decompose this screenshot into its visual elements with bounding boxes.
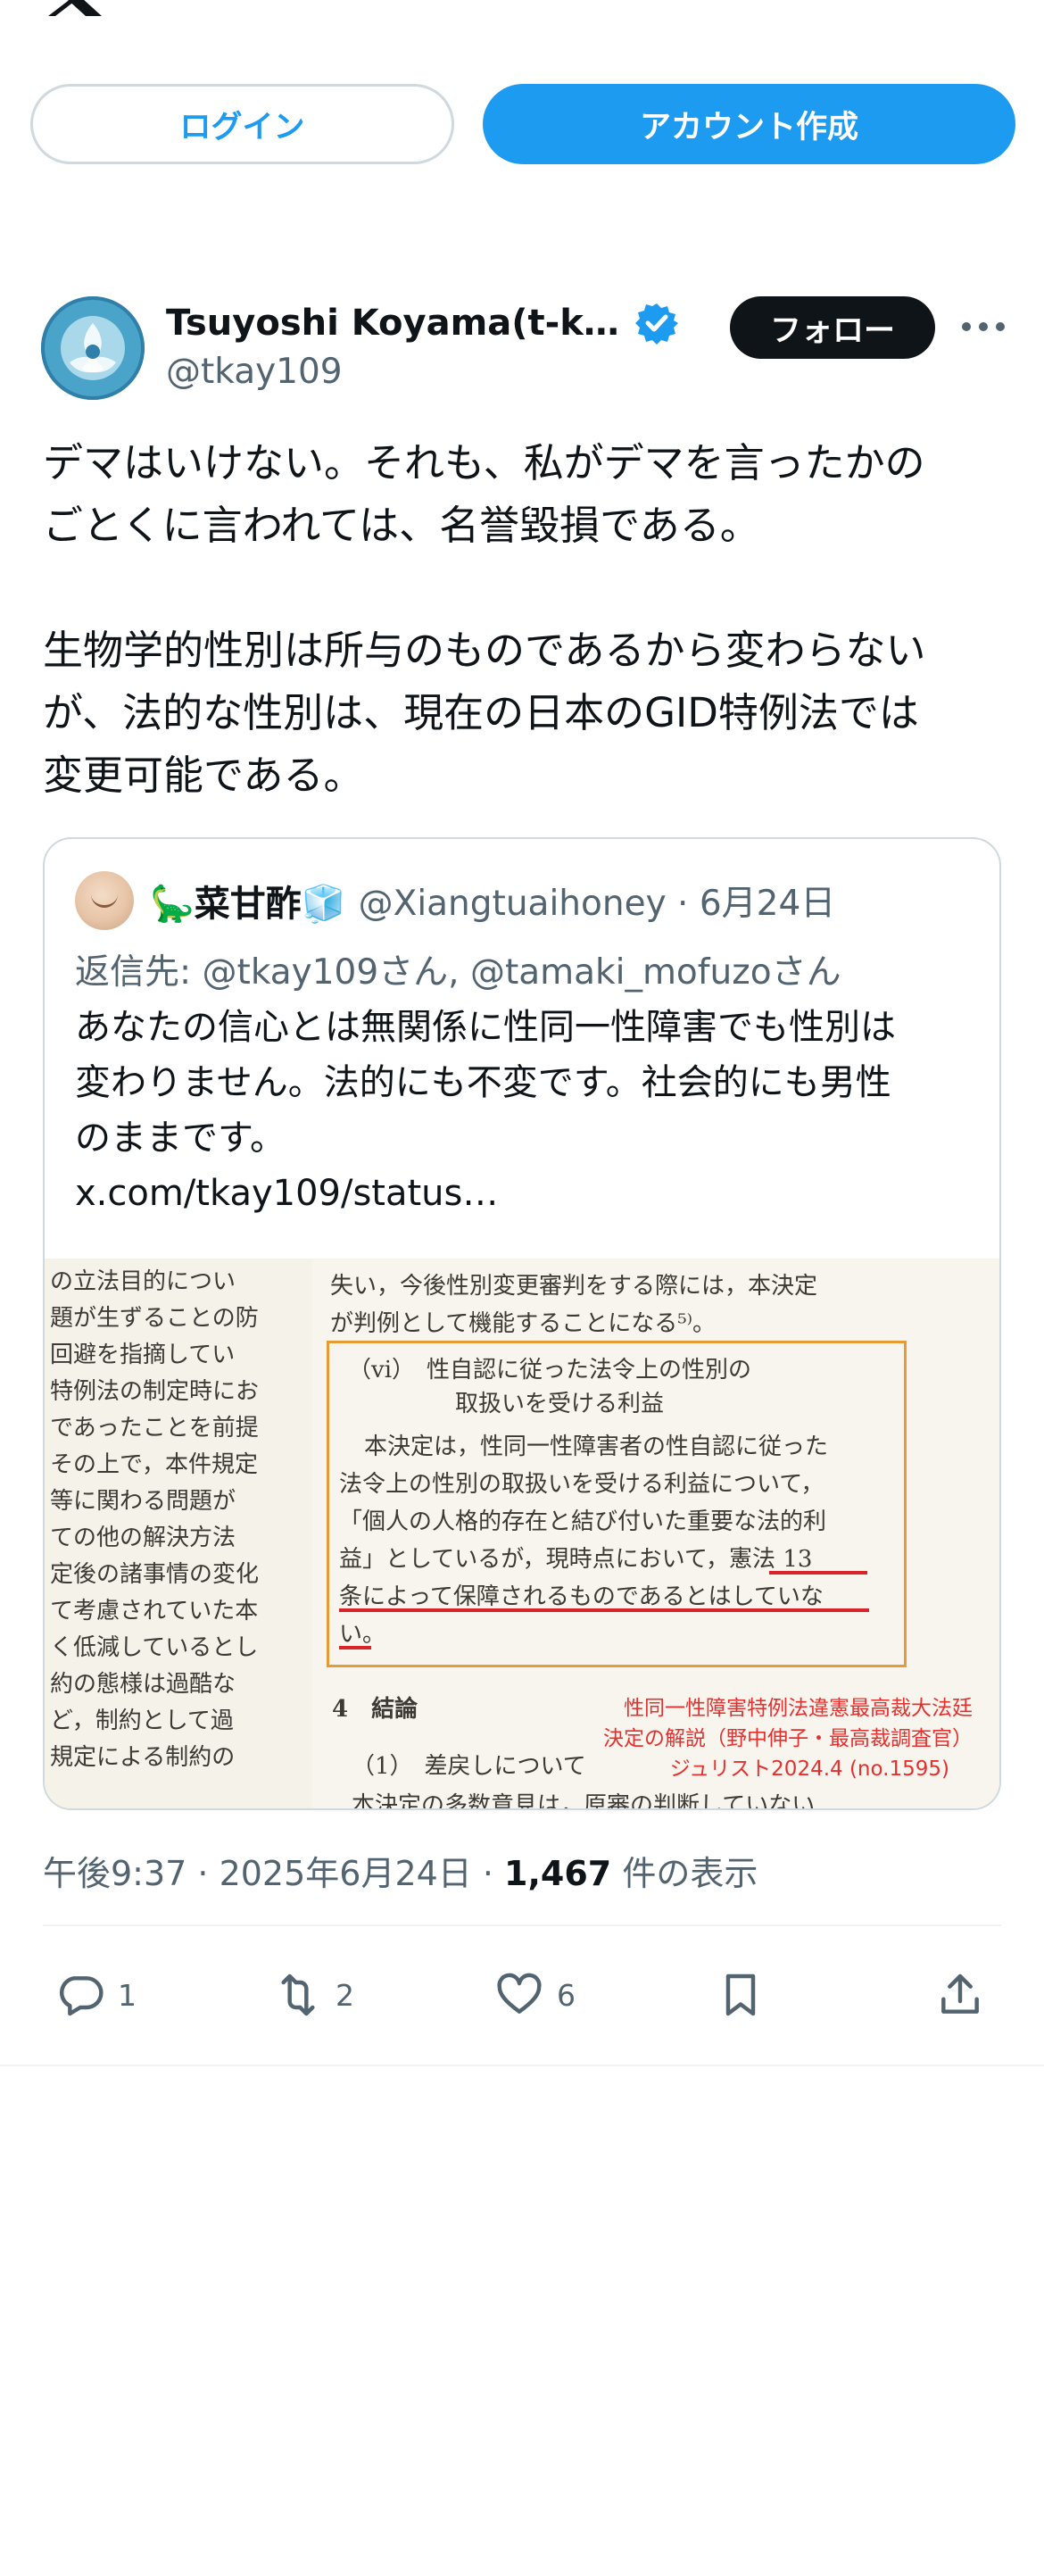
like-count: 6 [557, 1977, 576, 2013]
image-text: 題が生ずることの防 [50, 1305, 259, 1332]
views-label: 件の表示 [611, 1854, 758, 1893]
image-text: ての他の解決方法 [50, 1525, 236, 1551]
image-text: 等に関わる問題が [50, 1488, 236, 1515]
image-text: その上で，本件規定 [50, 1451, 258, 1478]
divider [0, 2065, 1044, 2066]
quote-author-name: 🦕菜甘酢🧊 [150, 884, 346, 925]
image-text: 条によって保障されるものであるとはしていな [339, 1583, 824, 1610]
repost-button[interactable]: 2 [273, 1964, 354, 2026]
action-bar: 1 2 6 [43, 1964, 1001, 2026]
reply-button[interactable]: 1 [55, 1964, 137, 2026]
image-text: 失い，今後性別変更審判をする際には，本決定 [330, 1273, 818, 1300]
tweet-text: デマはいけない。それも、私がデマを言ったかの ごとくに言われては、名誉毀損である… [43, 432, 1007, 807]
quote-line: 変わりません。法的にも不変です。社会的にも男性 [75, 1062, 891, 1103]
image-text: 益」としているが，現時点において，憲法 13 [339, 1546, 813, 1573]
quote-line: あなたの信心とは無関係に性同一性障害でも性別は [75, 1007, 896, 1048]
tweet-line: 変更可能である。 [43, 752, 364, 799]
quote-header: 🦕菜甘酢🧊 @Xiangtuaihoney · 6月24日 [75, 871, 835, 930]
red-underline [769, 1571, 867, 1575]
source-note: 決定の解説（野中伸子・最高裁調査官） [603, 1727, 973, 1750]
tweet-line: 生物学的性別は所与のものであるから変わらない [43, 627, 926, 674]
x-logo-icon[interactable] [43, 0, 105, 16]
quote-reply-to: 返信先: @tkay109さん, @tamaki_mofuzoさん [75, 952, 841, 993]
tweet-line: ごとくに言われては、名誉毀損である。 [43, 502, 760, 549]
verified-badge-icon [634, 302, 678, 345]
image-text: の立法目的につい [50, 1268, 236, 1295]
image-text: て考慮されていた本 [50, 1598, 259, 1625]
tweet-line: デマはいけない。それも、私がデマを言ったかの [43, 439, 925, 486]
image-text: 4 結論 [332, 1696, 418, 1723]
tweet-timestamp[interactable]: 午後9:37 · 2025年6月24日 · [43, 1854, 504, 1893]
author-handle[interactable]: @tkay109 [166, 352, 343, 392]
quote-author-avatar [75, 871, 134, 930]
image-text: 特例法の制定時にお [50, 1378, 260, 1405]
image-text: 本決定は，性同一性障害者の性自認に従った [364, 1433, 829, 1460]
image-text: 本決定の多数意見は，原審の判断していない [352, 1792, 816, 1810]
image-text: が判例として機能することになる⁵⁾。 [330, 1310, 717, 1337]
more-options-icon[interactable] [962, 309, 1005, 345]
quote-author-handle-date: @Xiangtuaihoney · 6月24日 [358, 884, 836, 924]
quoted-tweet[interactable]: 🦕菜甘酢🧊 @Xiangtuaihoney · 6月24日 返信先: @tkay… [43, 837, 1001, 1810]
image-text: 「個人の人格的存在と結び付いた重要な法的利 [339, 1508, 827, 1535]
reply-count: 1 [118, 1977, 137, 2013]
tweet-meta: 午後9:37 · 2025年6月24日 · 1,467 件の表示 [43, 1846, 758, 1895]
view-count: 1,467 [504, 1854, 612, 1893]
signup-button[interactable]: アカウント作成 [483, 84, 1015, 164]
quote-link[interactable]: x.com/tkay109/status… [75, 1166, 976, 1221]
image-text: 約の態様は過酷な [50, 1671, 236, 1698]
image-main-column: 失い，今後性別変更審判をする際には，本決定 が判例として機能することになる⁵⁾。… [312, 1259, 999, 1810]
image-left-column: の立法目的につい 題が生ずることの防 回避を指摘してい 特例法の制定時にお であ… [45, 1259, 312, 1808]
image-text: 規定による制約の [50, 1744, 236, 1771]
like-button[interactable]: 6 [494, 1964, 576, 2026]
divider [43, 1924, 1001, 1926]
login-button[interactable]: ログイン [30, 84, 454, 164]
image-text: 定後の諸事情の変化 [50, 1561, 260, 1588]
tweet-line: が、法的な性別は、現在の日本のGID特例法では [43, 689, 919, 736]
auth-buttons: ログイン アカウント作成 [30, 84, 1015, 164]
image-text: （vi） 性自認に従った法令上の性別の [348, 1357, 752, 1384]
author-name-row: Tsuyoshi Koyama(t-k… [166, 302, 678, 345]
share-icon [941, 1974, 979, 2014]
bookmark-button[interactable] [716, 1964, 766, 2026]
red-underline [339, 1646, 371, 1649]
source-note: 性同一性障害特例法違憲最高裁大法廷 [624, 1697, 973, 1720]
share-button[interactable] [935, 1964, 985, 2026]
image-text: （1） 差戻しについて [352, 1753, 586, 1780]
quote-text: あなたの信心とは無関係に性同一性障害でも性別は 変わりません。法的にも不変です。… [75, 1000, 976, 1221]
heart-icon [497, 1973, 542, 2014]
image-text: ど，制約として過 [50, 1708, 234, 1734]
image-text: 法令上の性別の取扱いを受ける利益について， [339, 1471, 824, 1498]
tweet-header: Tsuyoshi Koyama(t-k… @tkay109 フォロー [41, 296, 1005, 400]
repost-icon [281, 1974, 315, 2016]
red-underline [339, 1608, 869, 1612]
image-text: であったことを前提 [50, 1415, 259, 1442]
image-text: く低減しているとし [50, 1634, 259, 1661]
quote-attached-image[interactable]: の立法目的につい 題が生ずることの防 回避を指摘してい 特例法の制定時にお であ… [45, 1259, 999, 1810]
image-text: い。 [339, 1621, 386, 1648]
reply-icon [60, 1976, 104, 2016]
quote-line: のままです。 [75, 1118, 286, 1159]
image-text: 取扱いを受ける利益 [455, 1391, 665, 1417]
author-avatar[interactable] [41, 296, 145, 400]
bookmark-icon [725, 1974, 756, 2016]
author-name[interactable]: Tsuyoshi Koyama(t-k… [166, 303, 619, 344]
follow-button[interactable]: フォロー [730, 296, 935, 359]
repost-count: 2 [336, 1977, 354, 2013]
source-note: ジュリスト2024.4 (no.1595) [669, 1757, 949, 1781]
image-text: 回避を指摘してい [50, 1342, 236, 1368]
